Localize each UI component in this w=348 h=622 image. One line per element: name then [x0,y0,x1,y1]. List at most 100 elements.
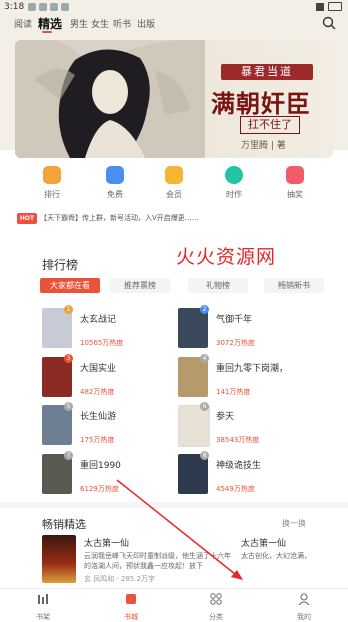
book-title: 重回1990 [80,461,121,471]
quicknav-label: 免费 [107,190,123,199]
quicknav-label: 时作 [226,190,242,199]
tab-male[interactable]: 男生 [70,17,88,30]
quicknav-lottery[interactable]: 抽奖 [270,166,320,200]
shelf-icon [38,594,48,604]
quicknav-label: 会员 [166,190,182,199]
ranking-tab-votes[interactable]: 推荐票榜 [110,278,170,293]
refresh-button[interactable]: 换一换 [282,518,306,529]
tab-indicator [42,31,52,33]
bestseller-title: 畅销精选 [42,518,86,531]
ranking-title: 排行榜 [42,258,79,272]
signal-icon [316,2,324,11]
nav-bookshelf[interactable]: 书架 [13,591,73,622]
rank-badge: 7 [64,451,73,460]
nav-label: 分类 [209,613,223,621]
book-popularity: 10565万热度 [80,339,124,347]
rank-badge: 4 [200,354,209,363]
battery-icon [328,2,342,11]
store-icon [126,594,136,604]
book-title: 重回九零下岗潮， [216,364,289,374]
ranking-tabs: 大家都在看 推荐票榜 礼物榜 畅销新书 [40,278,332,294]
book-cover [42,357,72,397]
rank-badge: 1 [64,305,73,314]
book-popularity: 4549万热度 [216,485,255,493]
quick-nav: 排行 免费 会员 时作 抽奖 [0,166,348,206]
nav-category[interactable]: 分类 [186,591,246,622]
ranking-book[interactable]: 1 太玄战记 10565万热度 [42,305,182,354]
book-popularity: 482万热度 [80,388,115,396]
bestseller-cover[interactable] [42,535,76,583]
bestseller-book2-desc: 太古创化，大幻沧满， [241,552,311,560]
nav-store[interactable]: 书城 [101,591,161,622]
trophy-icon [43,166,61,184]
category-icon [210,593,222,605]
book-popularity: 141万热度 [216,388,251,396]
quicknav-works[interactable]: 时作 [209,166,259,200]
ranking-book[interactable]: 7 重回1990 6129万热度 [42,451,182,500]
book-cover [42,454,72,494]
book-title: 气御千年 [216,315,253,325]
nav-label: 书架 [36,613,50,621]
heart-icon [225,166,243,184]
rank-badge: 3 [64,354,73,363]
tab-publishing[interactable]: 出版 [137,17,155,30]
rank-badge: 8 [200,451,209,460]
bestseller-book-meta: 玄 凤鸣和 · 285.2万字 [84,575,155,583]
banner-title: 满朝奸臣 [211,89,311,118]
ranking-tab-new[interactable]: 畅销新书 [264,278,324,293]
status-time: 3:18 [4,2,25,12]
news-ticker[interactable]: 【天下霸骨】传上群，新号活动，入V开启爆更…… [40,213,340,225]
watermark-text: 火火资源网 [176,246,277,268]
banner-tag: 扛不住了 [240,116,300,134]
ranking-book[interactable]: 5 长生仙游 175万热度 [42,402,182,451]
search-icon[interactable] [322,16,336,30]
quicknav-label: 抽奖 [287,190,303,199]
book-icon [106,166,124,184]
book-cover [42,308,72,348]
book-popularity: 38543万热度 [216,436,260,444]
book-cover [178,454,208,494]
profile-icon [298,593,310,606]
tab-audio[interactable]: 听书 [113,17,131,30]
rank-badge: 6 [200,402,209,411]
gift-icon [286,166,304,184]
book-title: 大国实业 [80,364,117,374]
quicknav-vip[interactable]: 会员 [149,166,199,200]
book-cover [178,308,208,348]
crown-icon [165,166,183,184]
banner-author: 万里腾 | 著 [241,141,286,151]
bestseller-book-title[interactable]: 太古第一仙 [84,536,129,549]
ranking-tab-gifts[interactable]: 礼物榜 [188,278,248,293]
book-popularity: 6129万热度 [80,485,119,493]
book-popularity: 3072万热度 [216,339,255,347]
status-bar: 3:18 [0,0,348,14]
section-divider [0,502,348,508]
notification-icons [28,3,69,11]
hot-badge: HOT [17,213,37,224]
promo-banner[interactable]: 暴君当道 满朝奸臣 扛不住了 万里腾 | 著 [15,40,333,158]
nav-profile[interactable]: 我的 [274,591,334,622]
bestseller-book-desc: 云润我岳峰飞天印时童制派级，他生涵了十六年的洛湖人间，预状我鑫一应攻起！放下 [84,552,231,570]
rank-badge: 2 [200,305,209,314]
ranking-tab-popular[interactable]: 大家都在看 [40,278,100,293]
book-cover [178,405,210,447]
ranking-book[interactable]: 8 神级诡技生 4549万热度 [178,451,318,500]
quicknav-label: 排行 [44,190,60,199]
ranking-book[interactable]: 4 重回九零下岗潮， 141万热度 [178,354,318,403]
tab-read[interactable]: 阅读 [14,17,32,30]
ranking-book[interactable]: 3 大国实业 482万热度 [42,354,182,403]
book-title: 神级诡技生 [216,461,262,471]
ranking-book[interactable]: 6 参天 38543万热度 [178,402,318,451]
book-title: 太玄战记 [80,315,117,325]
quicknav-ranking[interactable]: 排行 [27,166,77,200]
book-popularity: 175万热度 [80,436,115,444]
nav-label: 我的 [297,613,311,621]
tab-featured[interactable]: 精选 [38,15,62,32]
book-cover [178,357,208,397]
ranking-book[interactable]: 2 气御千年 3072万热度 [178,305,318,354]
bestseller-book2-title[interactable]: 太古第一仙 [241,536,286,549]
quicknav-free[interactable]: 免费 [90,166,140,200]
rank-badge: 5 [64,402,73,411]
tab-female[interactable]: 女生 [91,17,109,30]
book-title: 参天 [216,412,235,422]
